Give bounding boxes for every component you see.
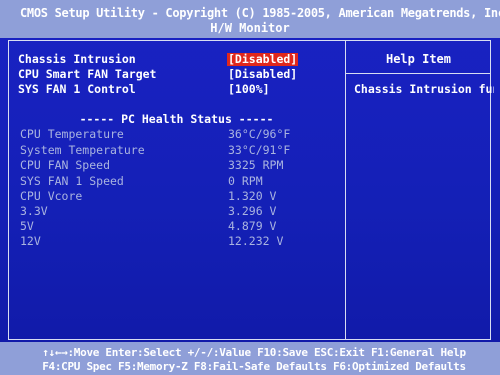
health-row-label: 12V bbox=[20, 234, 41, 248]
help-text: Chassis Intrusion func bbox=[354, 82, 494, 96]
health-row-label: CPU Vcore bbox=[20, 189, 83, 203]
help-title: Help Item bbox=[385, 52, 452, 66]
health-row-value: 1.320 V bbox=[228, 189, 277, 203]
health-row-value: 3325 RPM bbox=[228, 158, 284, 172]
health-row-label: CPU FAN Speed bbox=[20, 158, 111, 172]
setting-sys-fan-control-value[interactable]: [100%] bbox=[228, 83, 270, 96]
setting-chassis-intrusion-label[interactable]: Chassis Intrusion bbox=[18, 53, 136, 66]
health-row-value: 3.296 V bbox=[228, 204, 277, 218]
health-row-label: System Temperature bbox=[20, 143, 145, 157]
health-section-title: ----- PC Health Status ----- bbox=[79, 112, 274, 126]
health-row-value: 0 RPM bbox=[228, 174, 263, 188]
setting-cpu-smart-fan-label[interactable]: CPU Smart FAN Target bbox=[18, 68, 156, 81]
health-row-value: 12.232 V bbox=[228, 234, 284, 248]
health-row-value: 4.879 V bbox=[228, 219, 277, 233]
help-divider bbox=[346, 73, 491, 74]
health-row-label: 5V bbox=[20, 219, 34, 233]
health-row-label: CPU Temperature bbox=[20, 127, 124, 141]
setting-chassis-intrusion-value[interactable]: [Disabled] bbox=[227, 53, 299, 66]
panel-divider bbox=[345, 40, 346, 340]
footer-keys-line1: ↑↓←→:Move Enter:Select +/-/:Value F10:Sa… bbox=[42, 346, 466, 359]
health-row-label: SYS FAN 1 Speed bbox=[20, 174, 124, 188]
footer-keys-line2: F4:CPU Spec F5:Memory-Z F8:Fail-Safe Def… bbox=[42, 360, 466, 373]
health-row-value: 36°C/96°F bbox=[228, 127, 291, 141]
health-row-label: 3.3V bbox=[20, 204, 48, 218]
setting-sys-fan-control-label[interactable]: SYS FAN 1 Control bbox=[18, 83, 136, 96]
app-title: CMOS Setup Utility - Copyright (C) 1985-… bbox=[20, 6, 500, 20]
health-row-value: 33°C/91°F bbox=[228, 143, 291, 157]
setting-cpu-smart-fan-value[interactable]: [Disabled] bbox=[228, 68, 297, 81]
page-title: H/W Monitor bbox=[210, 21, 290, 35]
